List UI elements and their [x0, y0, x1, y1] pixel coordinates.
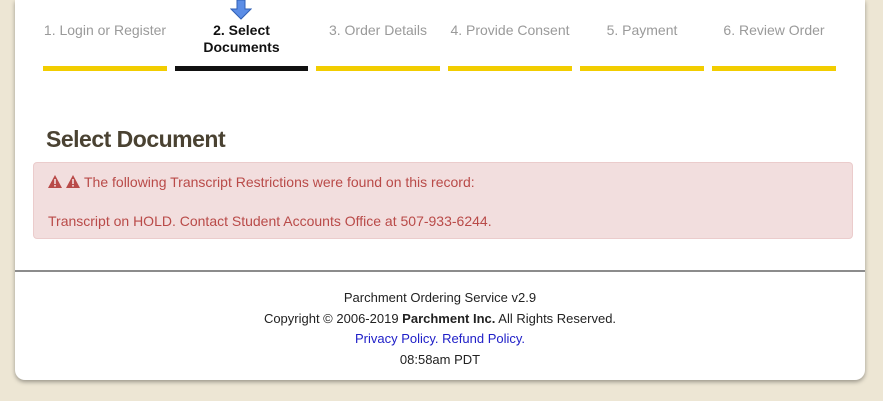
step-provide-consent: 4. Provide Consent	[448, 0, 572, 75]
step-payment: 5. Payment	[580, 0, 704, 75]
step-select-documents: 2. Select Documents	[175, 0, 308, 75]
footer-divider	[15, 270, 865, 272]
step-bar	[175, 66, 308, 71]
policy-links: Privacy Policy. Refund Policy.	[15, 329, 865, 350]
step-label-line1: 2. Select	[213, 22, 270, 38]
privacy-policy-link[interactable]: Privacy Policy.	[355, 331, 439, 346]
step-label: 2. Select Documents	[175, 22, 308, 56]
step-label: 1. Login or Register	[43, 22, 167, 38]
step-label: 4. Provide Consent	[450, 22, 570, 38]
step-login: 1. Login or Register	[43, 0, 167, 75]
copyright-prefix: Copyright © 2006-2019	[263, 310, 403, 326]
step-bar	[43, 66, 167, 71]
warning-icon	[66, 175, 80, 188]
restriction-alert: The following Transcript Restrictions we…	[33, 162, 853, 239]
alert-heading: The following Transcript Restrictions we…	[84, 174, 475, 190]
page-title: Select Document	[46, 126, 226, 152]
service-version: Parchment Ordering Service v2.9	[343, 290, 537, 305]
arrow-down-icon	[230, 0, 252, 20]
step-bar	[580, 66, 704, 71]
step-order-details: 3. Order Details	[316, 0, 440, 75]
alert-heading-row: The following Transcript Restrictions we…	[48, 174, 475, 190]
copyright-suffix: All Rights Reserved.	[495, 310, 617, 326]
step-label: 5. Payment	[606, 22, 678, 38]
main-card: 1. Login or Register 2. Select Documents…	[15, 0, 865, 380]
step-bar	[448, 66, 572, 71]
step-bar	[316, 66, 440, 71]
progress-steps: 1. Login or Register 2. Select Documents…	[43, 0, 853, 75]
warning-icon	[48, 175, 62, 188]
footer: Parchment Ordering Service v2.9 Copyrigh…	[15, 288, 865, 370]
step-label: 3. Order Details	[328, 22, 428, 38]
alert-message: Transcript on HOLD. Contact Student Acco…	[48, 213, 492, 229]
step-review-order: 6. Review Order	[712, 0, 836, 75]
step-label-line2: Documents	[203, 39, 280, 55]
step-label: 6. Review Order	[723, 22, 825, 38]
timestamp: 08:58am PDT	[399, 351, 481, 367]
step-bar	[712, 66, 836, 71]
company-name: Parchment Inc.	[402, 310, 496, 326]
copyright: Copyright © 2006-2019 Parchment Inc. All…	[15, 309, 865, 330]
refund-policy-link[interactable]: Refund Policy.	[442, 331, 525, 346]
